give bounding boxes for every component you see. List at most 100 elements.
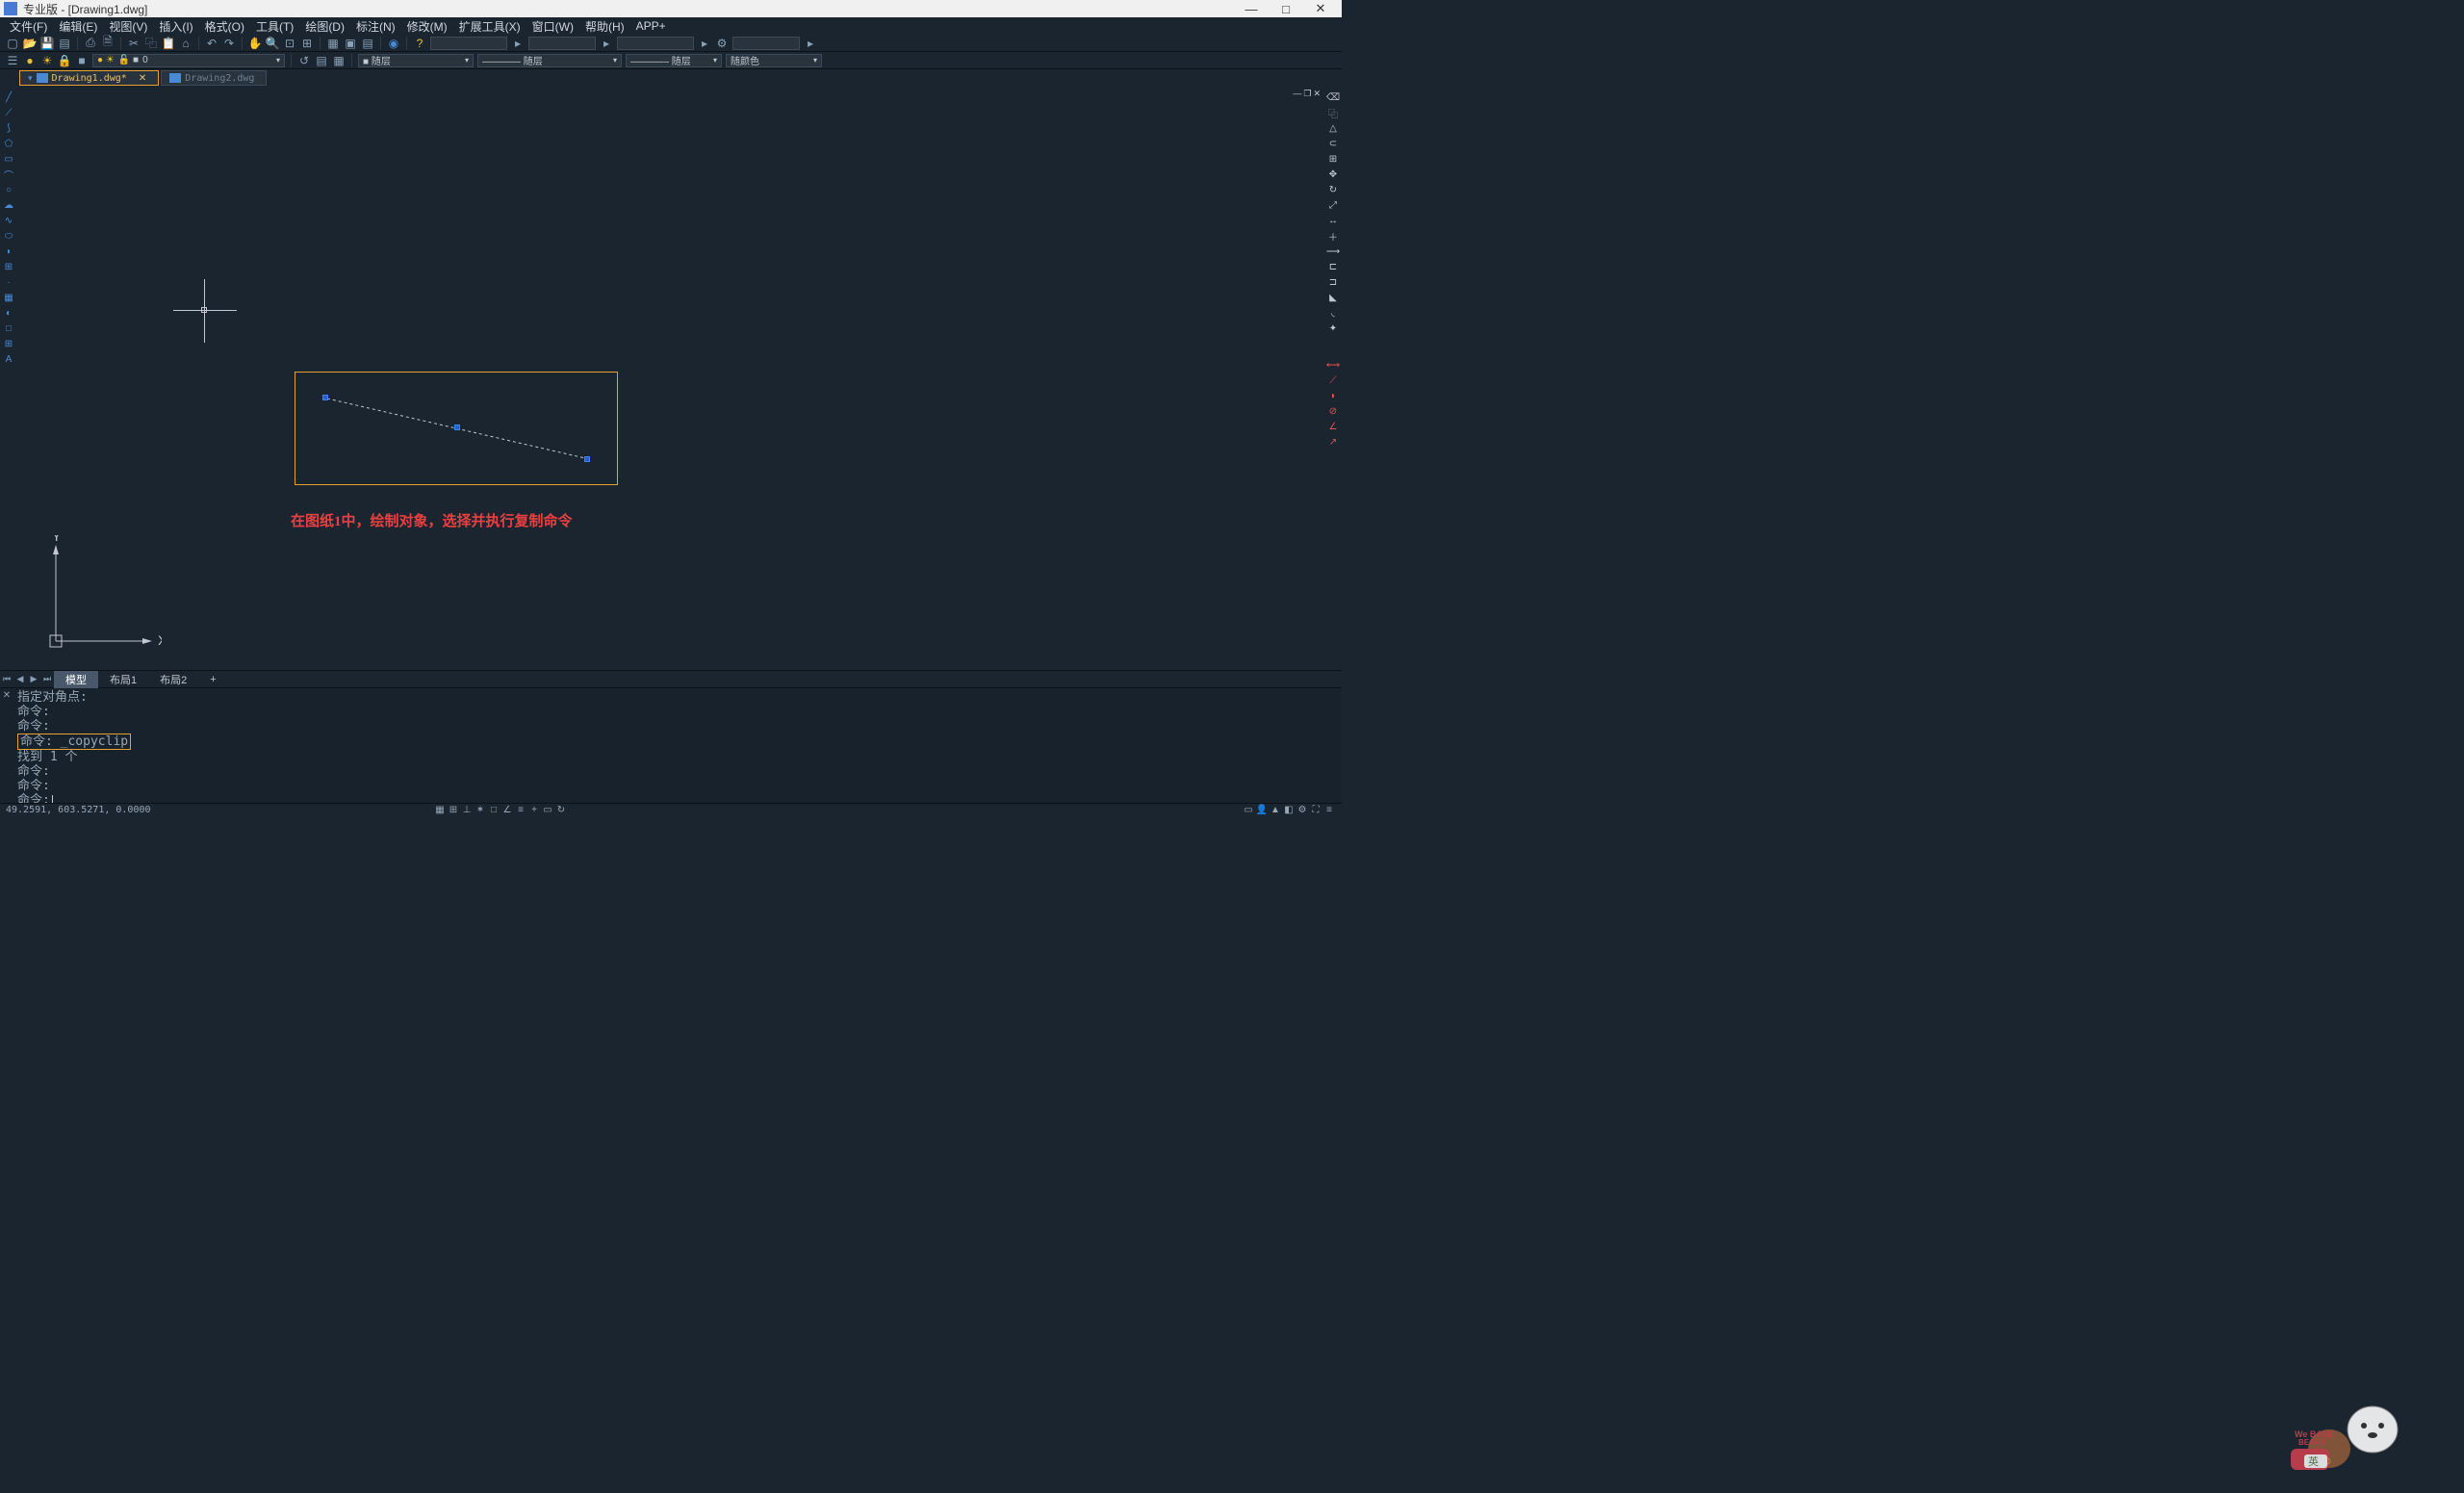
layer-combo[interactable]: ● ☀ 🔓 ■ 0 ▾ <box>92 54 285 67</box>
dim-radius-icon[interactable]: ◗ <box>1326 389 1340 402</box>
stretch-icon[interactable]: ↔ <box>1326 214 1340 227</box>
style-combo[interactable] <box>528 37 596 50</box>
ellipse-icon[interactable]: ⬭ <box>2 229 15 243</box>
annoscale-icon[interactable]: ◧ <box>1282 805 1296 815</box>
break-icon[interactable]: ⊏ <box>1326 260 1340 273</box>
tab-layout2[interactable]: 布局2 <box>148 671 198 688</box>
gradient-icon[interactable]: ◐ <box>2 306 15 320</box>
close-button[interactable]: ✕ <box>1303 1 1338 16</box>
scale-icon[interactable]: ⤢ <box>1326 198 1340 212</box>
menu-app[interactable]: APP+ <box>630 19 672 33</box>
erase-icon[interactable]: ⌫ <box>1326 90 1340 104</box>
close-icon[interactable]: ✕ <box>139 73 146 84</box>
move-icon[interactable]: ✥ <box>1326 167 1340 181</box>
search-go-icon[interactable]: ▸ <box>511 37 525 50</box>
viewport3-icon[interactable]: ▤ <box>361 37 374 50</box>
misc-go-icon[interactable]: ▸ <box>804 37 817 50</box>
cycle-icon[interactable]: ↻ <box>554 805 568 815</box>
help-icon[interactable]: ? <box>413 37 426 50</box>
zoomwin-icon[interactable]: ⊡ <box>283 37 296 50</box>
lwt-icon[interactable]: ≡ <box>514 805 527 815</box>
ellipsearc-icon[interactable]: ◗ <box>2 245 15 258</box>
model-icon[interactable]: ▭ <box>541 805 554 815</box>
dim-leader-icon[interactable]: ↗ <box>1326 435 1340 449</box>
offset-icon[interactable]: ⊂ <box>1326 137 1340 150</box>
layermanager-icon[interactable]: ☰ <box>6 54 19 67</box>
block-icon[interactable]: ⊞ <box>2 260 15 273</box>
pan-icon[interactable]: ✋ <box>248 37 262 50</box>
revcloud-icon[interactable]: ☁ <box>2 198 15 212</box>
circle-icon[interactable]: ○ <box>2 183 15 196</box>
undo-icon[interactable]: ↶ <box>205 37 218 50</box>
layerwalk-icon[interactable]: ▦ <box>332 54 346 67</box>
match-icon[interactable]: ⌂ <box>179 37 192 50</box>
tab-prev-icon[interactable]: ◀ <box>13 674 27 684</box>
viewport1-icon[interactable]: ▦ <box>326 37 340 50</box>
region-icon[interactable]: □ <box>2 322 15 335</box>
table-icon[interactable]: ⊞ <box>2 337 15 350</box>
explode-icon[interactable]: ✦ <box>1326 322 1340 335</box>
saveas-icon[interactable]: ▤ <box>58 37 71 50</box>
grip-end[interactable] <box>584 456 590 462</box>
grip-start[interactable] <box>322 395 328 400</box>
redo-icon[interactable]: ↷ <box>222 37 236 50</box>
tab-layout1[interactable]: 布局1 <box>98 671 148 688</box>
menu-insert[interactable]: 插入(I) <box>153 18 198 35</box>
search-combo[interactable] <box>430 37 507 50</box>
menu-tools[interactable]: 工具(T) <box>250 18 299 35</box>
layerprev-icon[interactable]: ↺ <box>297 54 311 67</box>
dim-aligned-icon[interactable]: ⟋ <box>1326 373 1340 387</box>
copy-icon[interactable]: ⿻ <box>144 37 158 50</box>
tab-model[interactable]: 模型 <box>54 671 98 688</box>
tab-next-icon[interactable]: ▶ <box>27 674 40 684</box>
grid-icon[interactable]: ⊞ <box>447 805 460 815</box>
spline-icon[interactable]: ∿ <box>2 214 15 227</box>
zoom-icon[interactable]: 🔍 <box>266 37 279 50</box>
dim-go-icon[interactable]: ▸ <box>698 37 711 50</box>
menu-draw[interactable]: 绘图(D) <box>299 18 350 35</box>
dim-linear-icon[interactable]: ⟷ <box>1326 358 1340 372</box>
dimset-icon[interactable]: ⚙ <box>715 37 729 50</box>
polyline-icon[interactable]: ⟆ <box>2 121 15 135</box>
dim-angular-icon[interactable]: ∠ <box>1326 420 1340 433</box>
osnap-icon[interactable]: □ <box>487 805 500 815</box>
qp-icon[interactable]: 👤 <box>1255 805 1269 815</box>
annomonitor-icon[interactable]: ▲ <box>1269 805 1282 815</box>
customize-icon[interactable]: ≡ <box>1322 805 1336 815</box>
inner-max-icon[interactable]: ❐ <box>1303 89 1311 99</box>
grip-mid[interactable] <box>454 425 460 430</box>
minimize-button[interactable]: — <box>1234 2 1269 16</box>
layerlock-icon[interactable]: 🔒 <box>58 54 71 67</box>
coords-readout[interactable]: 49.2591, 603.5271, 0.0000 <box>6 805 151 815</box>
extend-icon[interactable]: ⟶ <box>1326 245 1340 258</box>
workspace-icon[interactable]: ⚙ <box>1296 805 1309 815</box>
doc-tab-drawing2[interactable]: Drawing2.dwg <box>161 70 267 86</box>
otrack-icon[interactable]: ∠ <box>500 805 514 815</box>
tab-last-icon[interactable]: ⏭ <box>40 674 54 684</box>
chamfer-icon[interactable]: ◣ <box>1326 291 1340 304</box>
polygon-icon[interactable]: ⬠ <box>2 137 15 150</box>
inner-close-icon[interactable]: ✕ <box>1313 89 1321 99</box>
menu-window[interactable]: 窗口(W) <box>526 18 579 35</box>
layeron-icon[interactable]: ● <box>23 54 37 67</box>
zoomext-icon[interactable]: ⊞ <box>300 37 314 50</box>
open-icon[interactable]: 📂 <box>23 37 37 50</box>
layerfreeze-icon[interactable]: ☀ <box>40 54 54 67</box>
preview-icon[interactable]: 🗎 <box>101 37 115 50</box>
color-combo[interactable]: ■ 随层▾ <box>358 54 474 67</box>
polar-icon[interactable]: ✶ <box>474 805 487 815</box>
cut-icon[interactable]: ✂ <box>127 37 141 50</box>
properties-icon[interactable]: ◉ <box>387 37 400 50</box>
command-history[interactable]: 指定对角点: 命令: 命令: 命令: _copyclip 找到 1 个 命令: … <box>13 688 1342 803</box>
save-icon[interactable]: 💾 <box>40 37 54 50</box>
fillet-icon[interactable]: ◟ <box>1326 306 1340 320</box>
point-icon[interactable]: ∙ <box>2 275 15 289</box>
doc-tab-drawing1[interactable]: ▾ Drawing1.dwg* ✕ <box>19 70 159 86</box>
model-toggle[interactable]: ▭ <box>1242 805 1255 815</box>
ortho-icon[interactable]: ⊥ <box>460 805 474 815</box>
layercolor-icon[interactable]: ■ <box>75 54 89 67</box>
drawing-canvas[interactable]: — ❐ ✕ 在图纸1中，绘制对象，选择并执行复制命令 X Y <box>17 87 1324 670</box>
paste-icon[interactable]: 📋 <box>162 37 175 50</box>
tab-first-icon[interactable]: ⏮ <box>0 674 13 684</box>
command-input[interactable]: 命令: <box>17 793 1338 803</box>
